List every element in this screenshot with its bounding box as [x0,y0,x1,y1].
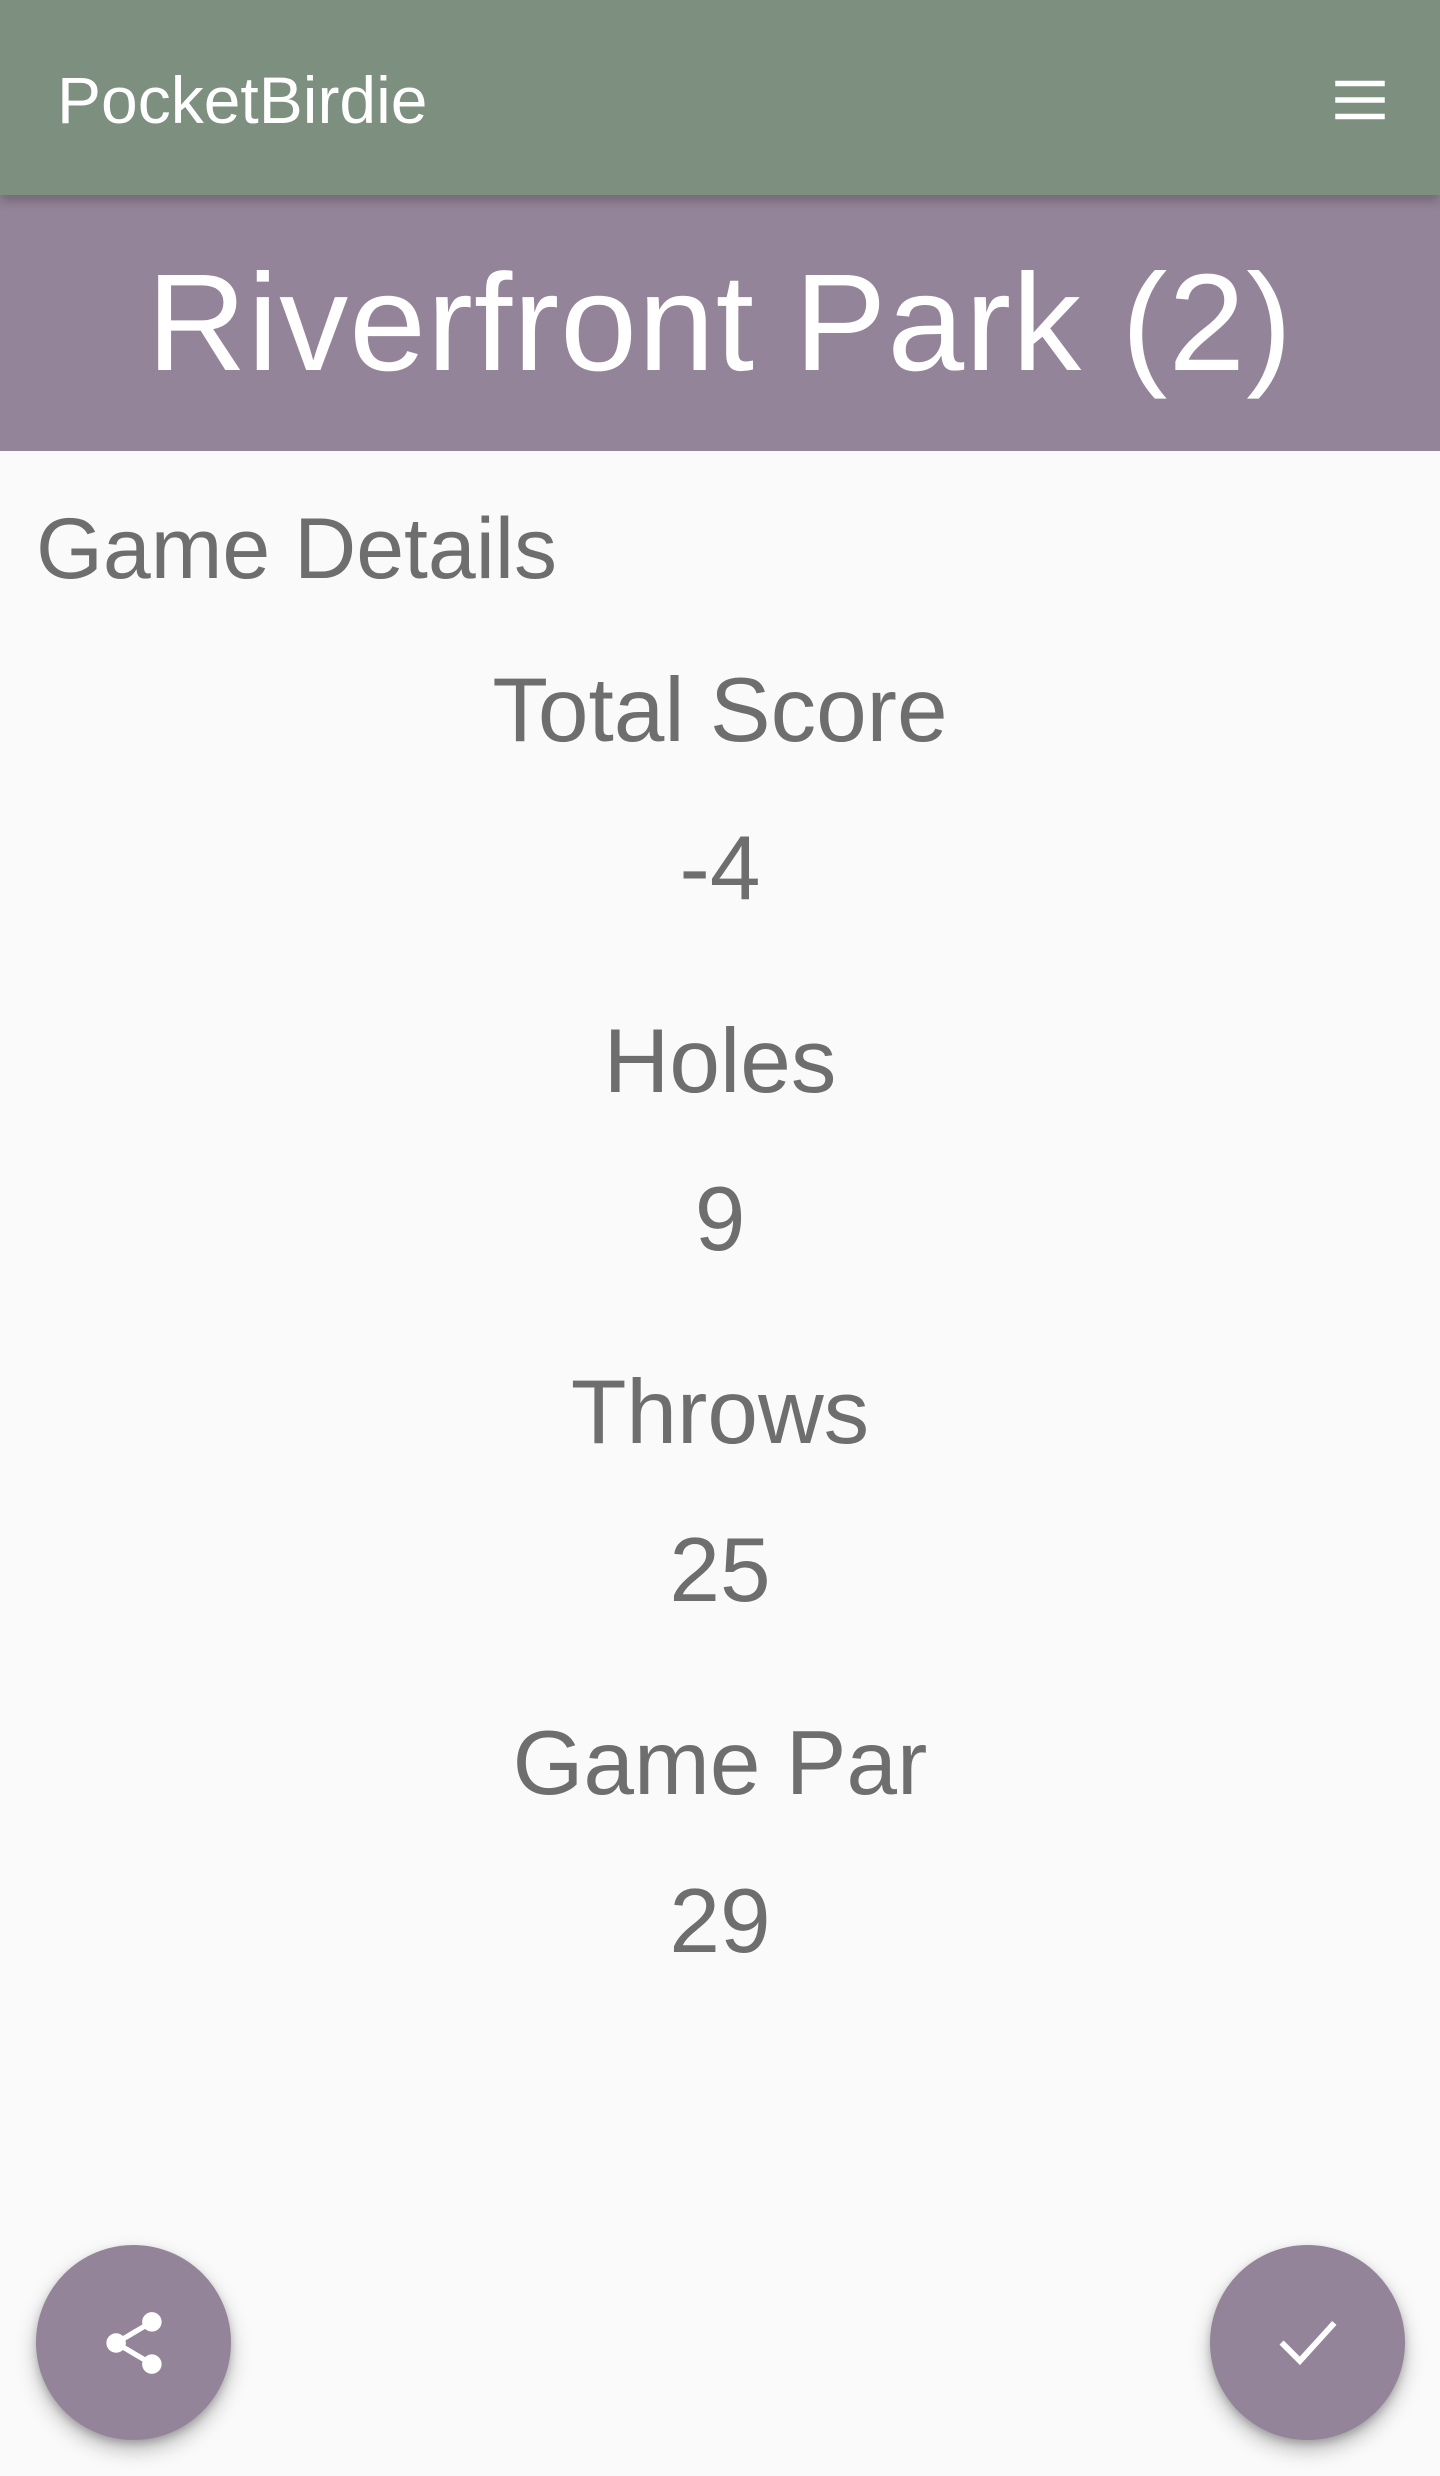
app-screen: PocketBirdie Riverfront Park (2) Game De… [0,0,1440,2476]
stat-label-total-score: Total Score [492,660,948,761]
course-title: Riverfront Park (2) [146,245,1294,400]
stat-value-throws: 25 [669,1520,771,1621]
stat-label-game-par: Game Par [512,1713,928,1814]
section-heading: Game Details [36,501,557,597]
menu-icon [1335,80,1385,120]
app-title: PocketBirdie [57,63,428,137]
checkmark-icon [1278,2320,1337,2365]
share-icon [105,2311,162,2374]
app-bar: PocketBirdie [0,0,1440,195]
stat-label-holes: Holes [603,1011,837,1112]
done-button[interactable] [1210,2245,1405,2440]
stat-value-game-par: 29 [669,1871,771,1972]
stat-value-total-score: -4 [679,818,761,919]
menu-button[interactable] [1320,60,1400,140]
stat-value-holes: 9 [694,1169,746,1270]
stat-label-throws: Throws [570,1362,870,1463]
course-banner: Riverfront Park (2) [0,195,1440,451]
share-button[interactable] [36,2245,231,2440]
